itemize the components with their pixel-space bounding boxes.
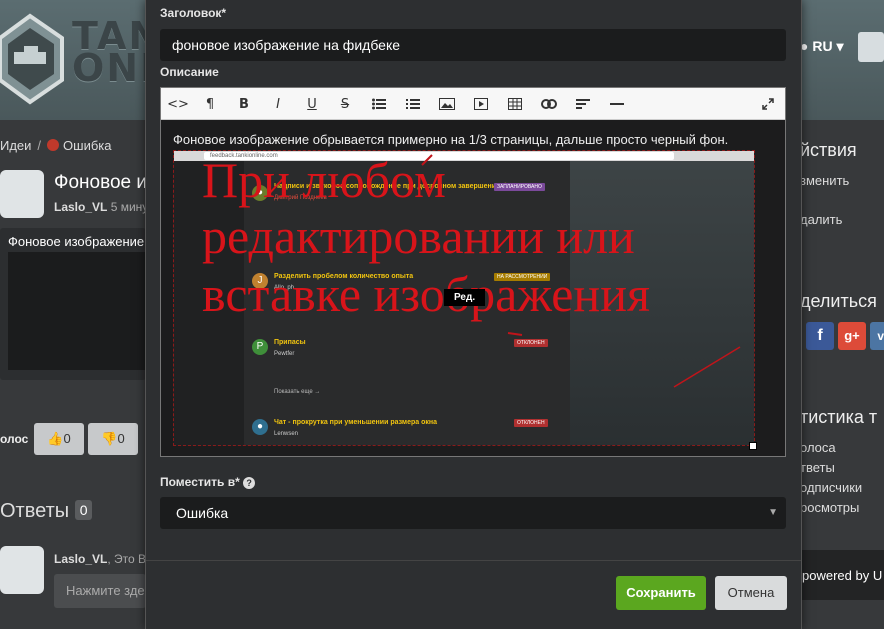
user-avatar[interactable] (858, 32, 884, 62)
thumbs-down-icon: 👎 (101, 431, 118, 446)
stats-answers: тветы (800, 460, 835, 475)
place-label: Поместить в* ? (160, 475, 256, 489)
edit-image-label[interactable]: Ред. (444, 289, 486, 306)
strikethrough-icon[interactable]: S (330, 88, 360, 120)
rich-text-editor: <> ¶ B I U S Фоновое изображение обрывае… (160, 87, 786, 457)
thumbs-up-icon: 👍 (47, 431, 64, 446)
vk-icon[interactable]: vk (870, 322, 884, 350)
video-icon[interactable] (466, 88, 496, 120)
bug-icon (47, 139, 60, 151)
breadcrumb: Идеи / Ошибка (0, 138, 112, 153)
fullscreen-icon[interactable] (753, 88, 783, 120)
modal-footer-divider (146, 560, 801, 561)
stats-subscribers: одписчики (800, 480, 863, 495)
description-label: Описание (160, 65, 219, 79)
facebook-icon[interactable]: f (806, 322, 834, 350)
vote-label: олос (0, 432, 29, 446)
language-selector[interactable]: ● RU ▾ (800, 38, 844, 55)
code-icon[interactable]: <> (163, 88, 193, 120)
editor-content[interactable]: Фоновое изображение обрывается примерно … (161, 120, 785, 456)
save-button[interactable]: Сохранить (616, 576, 706, 610)
link-icon[interactable] (534, 88, 564, 120)
breadcrumb-bug[interactable]: Ошибка (63, 138, 111, 153)
editor-toolbar: <> ¶ B I U S (161, 88, 785, 120)
author-avatar[interactable] (0, 170, 44, 218)
delete-link[interactable]: далить (800, 212, 842, 227)
vote-up-button[interactable]: 👍0 (34, 423, 84, 455)
idea-card-image[interactable] (8, 252, 146, 370)
caret-down-icon: ▼ (768, 507, 778, 518)
title-input[interactable] (160, 29, 786, 61)
idea-card-title: Фоновое изображение (8, 234, 145, 249)
reply-input[interactable]: Нажмите зде (54, 574, 146, 608)
edit-link[interactable]: зменить (800, 173, 849, 188)
stats-heading: тистика т (800, 407, 878, 427)
edit-idea-modal: Заголовок* Описание <> ¶ B I U S (145, 0, 802, 629)
paragraph-icon[interactable]: ¶ (195, 88, 225, 120)
numbered-list-icon[interactable] (398, 88, 428, 120)
align-icon[interactable] (568, 88, 598, 120)
powered-by[interactable]: powered by U (802, 568, 882, 583)
place-select[interactable]: Ошибка ▼ (160, 497, 786, 529)
answers-heading: Ответы 0 (0, 500, 93, 523)
reply-meta: Laslo_VL, Это Вы (54, 552, 155, 566)
google-plus-icon[interactable]: g+ (838, 322, 866, 350)
horizontal-rule-icon[interactable] (602, 88, 632, 120)
underline-icon[interactable]: U (297, 88, 327, 120)
tanki-logo-icon[interactable] (0, 8, 70, 108)
vote-down-button[interactable]: 👎0 (88, 423, 138, 455)
actions-heading: йствия (800, 140, 857, 160)
answers-count: 0 (74, 500, 93, 520)
reply-avatar (0, 546, 44, 594)
breadcrumb-ideas[interactable]: Идеи (0, 138, 31, 153)
bold-icon[interactable]: B (229, 88, 259, 120)
cancel-button[interactable]: Отмена (715, 576, 787, 610)
title-label: Заголовок* (160, 6, 227, 20)
bulleted-list-icon[interactable] (364, 88, 394, 120)
share-heading: делиться (800, 291, 877, 311)
stats-votes: олоса (800, 440, 836, 455)
embedded-screenshot[interactable]: feedback.tankionline.com ● Надписи и зву… (173, 150, 755, 446)
description-text: Фоновое изображение обрывается примерно … (173, 132, 729, 147)
italic-icon[interactable]: I (263, 88, 293, 120)
idea-meta: Laslo_VL 5 минут (54, 200, 154, 214)
image-resize-handle[interactable] (749, 442, 757, 450)
help-icon[interactable]: ? (243, 477, 256, 489)
table-icon[interactable] (500, 88, 530, 120)
idea-title: Фоновое и (54, 172, 147, 193)
stats-views: росмотры (800, 500, 860, 515)
caret-down-icon: ▾ (836, 38, 844, 54)
image-icon[interactable] (432, 88, 462, 120)
